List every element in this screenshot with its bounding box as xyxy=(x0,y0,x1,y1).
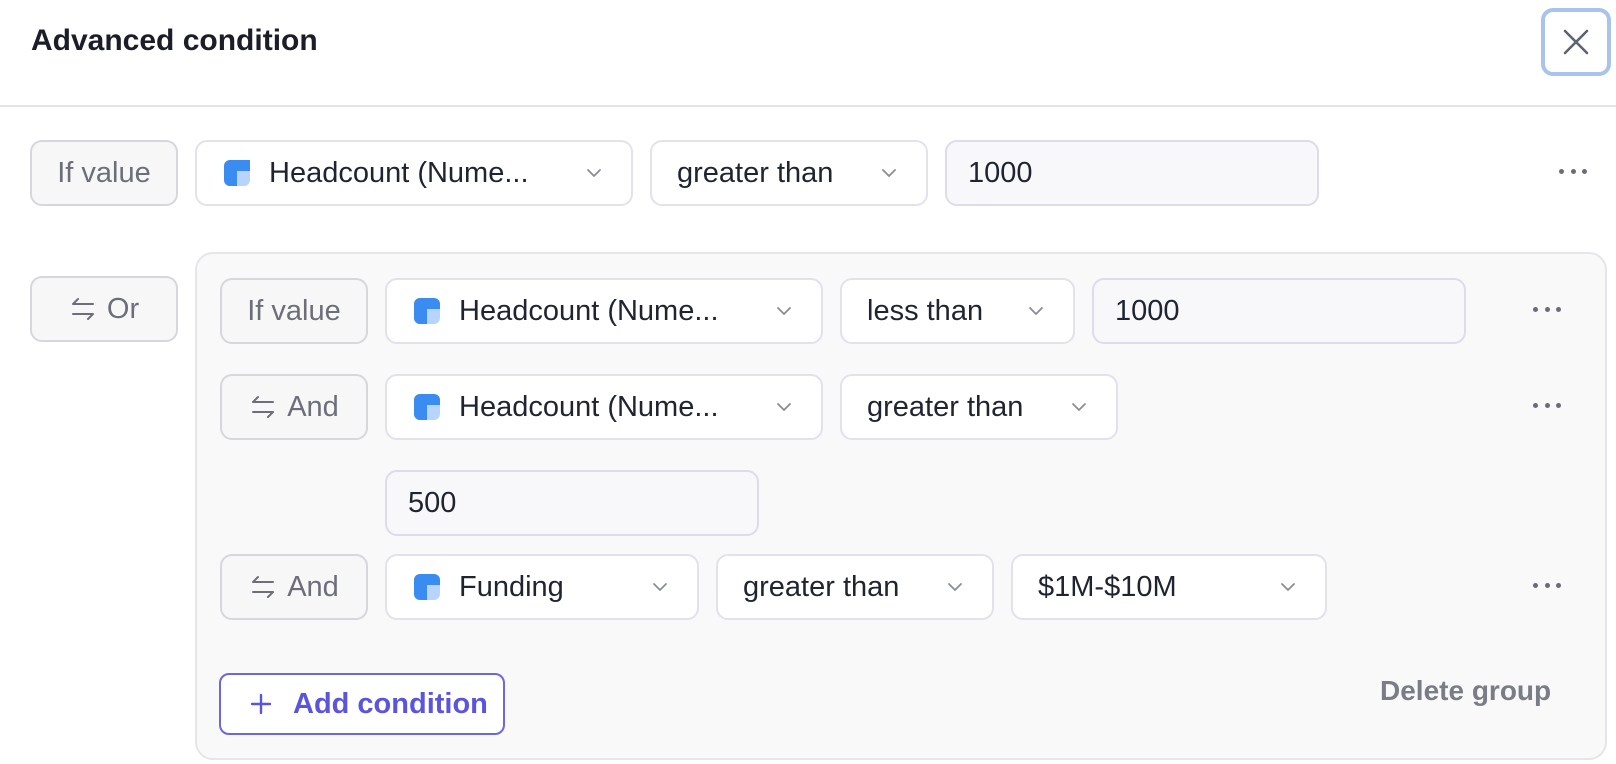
chevron-down-icon xyxy=(777,403,791,411)
dialog-title: Advanced condition xyxy=(31,24,318,57)
operator-select-value: less than xyxy=(867,294,984,327)
chevron-down-icon xyxy=(587,169,601,177)
chevron-down-icon xyxy=(653,583,667,591)
or-logic-button[interactable]: Or xyxy=(30,276,178,342)
condition-prefix[interactable]: If value xyxy=(220,278,368,344)
field-select-value: Funding xyxy=(459,570,564,603)
close-button[interactable] xyxy=(1541,8,1611,76)
delete-group-button[interactable]: Delete group xyxy=(1380,675,1551,707)
value-select-value: $1M-$10M xyxy=(1038,570,1177,603)
value-select[interactable]: $1M-$10M xyxy=(1011,554,1327,620)
chevron-down-icon xyxy=(1281,583,1295,591)
operator-select[interactable]: less than xyxy=(840,278,1075,344)
value-input-text: 1000 xyxy=(1115,294,1180,327)
plus-icon xyxy=(250,693,272,715)
field-select[interactable]: Headcount (Nume... xyxy=(195,140,633,206)
and-logic-button[interactable]: And xyxy=(220,374,368,440)
operator-select-value: greater than xyxy=(677,156,834,189)
value-input[interactable]: 1000 xyxy=(1092,278,1466,344)
close-icon xyxy=(1563,29,1589,55)
value-input[interactable]: 1000 xyxy=(945,140,1319,206)
chevron-down-icon xyxy=(948,583,962,591)
more-horizontal-icon[interactable] xyxy=(1533,400,1561,410)
field-type-icon xyxy=(414,394,440,420)
field-select-value: Headcount (Nume... xyxy=(269,156,529,189)
field-type-icon xyxy=(414,574,440,600)
condition-prefix[interactable]: If value xyxy=(30,140,178,206)
value-input[interactable]: 500 xyxy=(385,470,759,536)
operator-select-value: greater than xyxy=(867,390,1024,423)
more-horizontal-icon[interactable] xyxy=(1533,304,1561,314)
add-condition-label: Add condition xyxy=(293,687,488,720)
add-condition-button[interactable]: Add condition xyxy=(219,673,505,735)
field-type-icon xyxy=(414,298,440,324)
swap-arrows-icon xyxy=(252,576,275,598)
field-select-value: Headcount (Nume... xyxy=(459,294,719,327)
operator-select[interactable]: greater than xyxy=(716,554,994,620)
operator-select[interactable]: greater than xyxy=(650,140,928,206)
swap-arrows-icon xyxy=(71,298,94,320)
chevron-down-icon xyxy=(1072,403,1086,411)
field-select-value: Headcount (Nume... xyxy=(459,390,719,423)
field-select[interactable]: Headcount (Nume... xyxy=(385,374,823,440)
chevron-down-icon xyxy=(777,307,791,315)
chevron-down-icon xyxy=(882,169,896,177)
more-horizontal-icon[interactable] xyxy=(1559,166,1587,176)
field-select[interactable]: Headcount (Nume... xyxy=(385,278,823,344)
operator-select-value: greater than xyxy=(743,570,900,603)
more-horizontal-icon[interactable] xyxy=(1533,580,1561,590)
dialog-header: Advanced condition xyxy=(0,0,1616,107)
value-input-text: 500 xyxy=(408,486,457,519)
field-select[interactable]: Funding xyxy=(385,554,699,620)
chevron-down-icon xyxy=(1029,307,1043,315)
and-logic-button[interactable]: And xyxy=(220,554,368,620)
value-input-text: 1000 xyxy=(968,156,1033,189)
swap-arrows-icon xyxy=(252,396,275,418)
field-type-icon xyxy=(224,160,250,186)
operator-select[interactable]: greater than xyxy=(840,374,1118,440)
